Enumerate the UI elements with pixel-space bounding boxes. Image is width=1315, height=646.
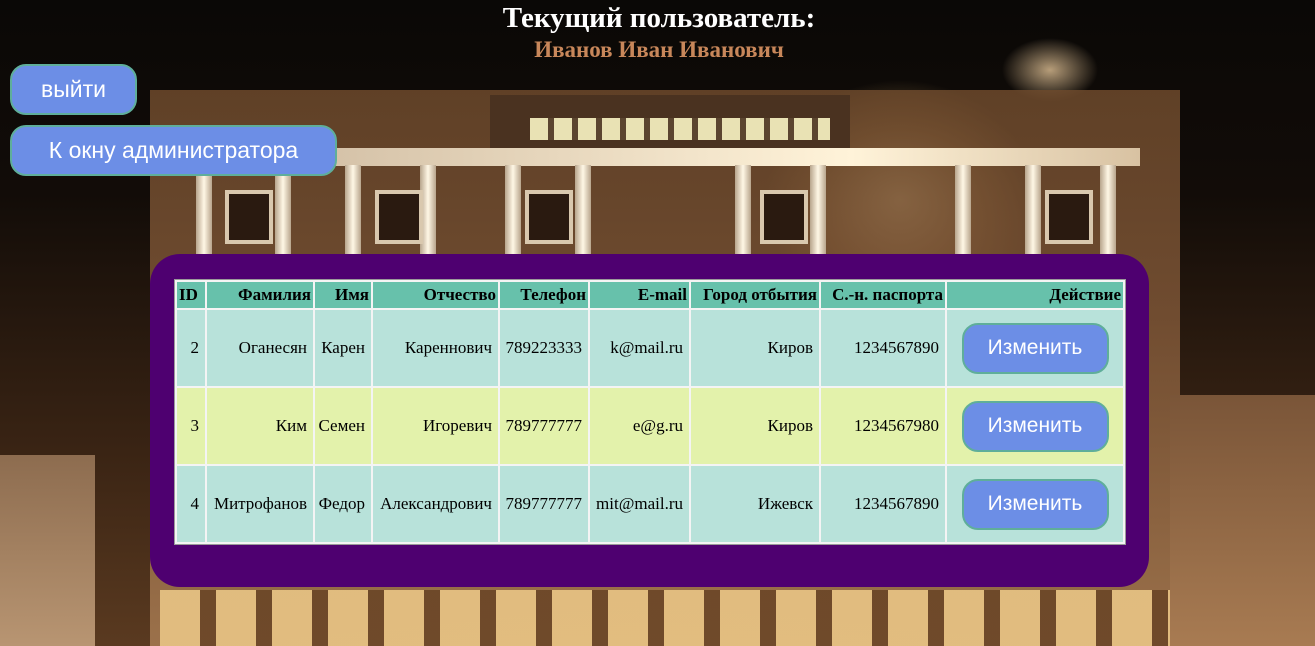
cell-first-name: Федор [315,466,371,542]
table-row: 3 Ким Семен Игоревич 789777777 e@g.ru Ки… [177,388,1123,464]
cell-id: 2 [177,310,205,386]
cell-departure-city: Киров [691,310,819,386]
table-row: 2 Оганесян Карен Кареннович 789223333 k@… [177,310,1123,386]
cell-first-name: Карен [315,310,371,386]
admin-window-button[interactable]: К окну администратора [10,125,337,176]
cell-phone: 789777777 [500,388,588,464]
cell-last-name: Митрофанов [207,466,313,542]
cell-email: k@mail.ru [590,310,689,386]
cell-id: 3 [177,388,205,464]
cell-action: Изменить [947,466,1123,542]
cell-phone: 789777777 [500,466,588,542]
cell-passport: 1234567890 [821,466,945,542]
table-row: 4 Митрофанов Федор Александрович 7897777… [177,466,1123,542]
column-header-passport: С.-н. паспорта [821,282,945,308]
table-header-row: ID Фамилия Имя Отчество Телефон E-mail Г… [177,282,1123,308]
cell-last-name: Ким [207,388,313,464]
cell-departure-city: Киров [691,388,819,464]
column-header-phone: Телефон [500,282,588,308]
column-header-action: Действие [947,282,1123,308]
edit-button[interactable]: Изменить [961,400,1109,452]
users-table: ID Фамилия Имя Отчество Телефон E-mail Г… [174,279,1126,545]
column-header-departure-city: Город отбытия [691,282,819,308]
column-header-last-name: Фамилия [207,282,313,308]
cell-passport: 1234567980 [821,388,945,464]
current-user-heading: Текущий пользователь: [502,2,816,34]
column-header-middle-name: Отчество [373,282,498,308]
logout-button[interactable]: выйти [10,64,137,115]
edit-button[interactable]: Изменить [961,322,1109,374]
cell-last-name: Оганесян [207,310,313,386]
edit-button[interactable]: Изменить [961,478,1109,530]
cell-departure-city: Ижевск [691,466,819,542]
cell-email: mit@mail.ru [590,466,689,542]
current-user-name: Иванов Иван Иванович [534,37,784,62]
cell-first-name: Семен [315,388,371,464]
cell-middle-name: Кареннович [373,310,498,386]
cell-id: 4 [177,466,205,542]
cell-email: e@g.ru [590,388,689,464]
column-header-first-name: Имя [315,282,371,308]
cell-phone: 789223333 [500,310,588,386]
cell-action: Изменить [947,310,1123,386]
cell-action: Изменить [947,388,1123,464]
cell-middle-name: Игоревич [373,388,498,464]
column-header-email: E-mail [590,282,689,308]
column-header-id: ID [177,282,205,308]
cell-middle-name: Александрович [373,466,498,542]
cell-passport: 1234567890 [821,310,945,386]
